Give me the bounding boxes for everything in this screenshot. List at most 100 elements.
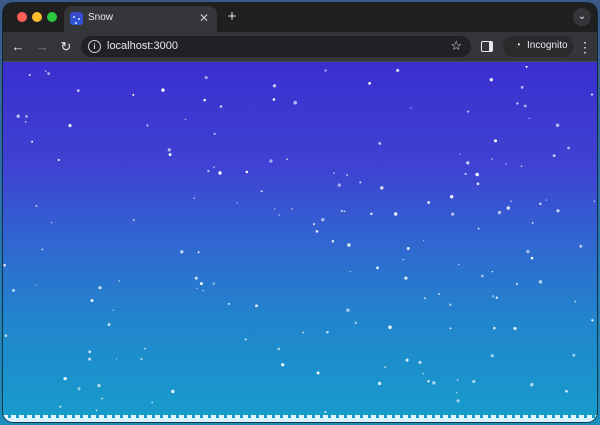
snowflake bbox=[274, 208, 276, 210]
snowflake bbox=[281, 363, 285, 367]
snowflake bbox=[95, 409, 98, 412]
snowflake bbox=[11, 288, 16, 292]
address-bar[interactable]: i localhost:3000 ☆ bbox=[81, 36, 471, 57]
snowflake bbox=[212, 282, 215, 285]
browser-toolbar: ← → ↻ i localhost:3000 ☆ ◔ Incognito ⋮ bbox=[3, 32, 597, 62]
snowflake bbox=[180, 250, 184, 254]
snowflake bbox=[402, 258, 405, 261]
snowflake bbox=[44, 70, 47, 72]
snowflake bbox=[236, 202, 238, 204]
snowflake bbox=[490, 354, 494, 358]
snowflake bbox=[477, 227, 480, 230]
snowflake bbox=[354, 321, 357, 325]
snowflake bbox=[193, 197, 195, 199]
tab-snow[interactable]: Snow ✕ bbox=[64, 6, 217, 32]
browser-menu-button[interactable]: ⋮ bbox=[578, 38, 592, 56]
snowflake bbox=[466, 161, 470, 165]
snowflake bbox=[432, 381, 436, 385]
snowflake bbox=[219, 105, 223, 108]
snowflake bbox=[491, 158, 493, 160]
snowflake bbox=[184, 118, 187, 121]
snowflake bbox=[410, 106, 412, 109]
snowflake bbox=[423, 297, 427, 300]
url-text[interactable]: localhost:3000 bbox=[107, 40, 178, 52]
snowflake bbox=[115, 358, 118, 360]
browser-window: Snow ✕ + ⌄ ← → ↻ i localhost:3000 ☆ ◔ In… bbox=[3, 3, 597, 422]
snowflake bbox=[476, 182, 480, 186]
snowflake bbox=[493, 139, 498, 143]
snowflake bbox=[16, 114, 20, 118]
snowflake bbox=[301, 331, 304, 334]
window-close-button[interactable] bbox=[17, 12, 27, 22]
snowflake bbox=[346, 308, 350, 312]
snowflake bbox=[196, 287, 198, 290]
snowflake bbox=[107, 323, 111, 327]
snowflake bbox=[495, 296, 498, 299]
back-button[interactable]: ← bbox=[9, 38, 27, 56]
snowflake bbox=[459, 153, 461, 155]
snowflake bbox=[525, 65, 528, 68]
tab-close-icon[interactable]: ✕ bbox=[197, 11, 211, 25]
snowflake bbox=[579, 244, 583, 248]
incognito-badge[interactable]: ◔ Incognito bbox=[503, 36, 573, 57]
snowflake bbox=[293, 100, 297, 105]
snowflake bbox=[492, 295, 495, 298]
snowflake bbox=[272, 84, 277, 88]
snowflake bbox=[286, 158, 289, 161]
snowflake bbox=[526, 249, 530, 254]
snowflake bbox=[393, 212, 398, 216]
snowflake bbox=[290, 208, 293, 210]
tab-search-button[interactable]: ⌄ bbox=[573, 8, 591, 26]
snowflake bbox=[4, 334, 8, 337]
snow-ground bbox=[3, 415, 597, 422]
snowflake bbox=[41, 248, 44, 251]
snowflake bbox=[140, 358, 143, 360]
snowflake bbox=[520, 85, 524, 89]
snowflake bbox=[321, 218, 325, 222]
window-maximize-button[interactable] bbox=[47, 12, 57, 22]
snowflake bbox=[427, 201, 431, 204]
snowflake bbox=[380, 186, 384, 190]
snowflake bbox=[545, 199, 548, 201]
snowflake bbox=[451, 212, 455, 216]
snowflake bbox=[76, 89, 80, 92]
snowflake bbox=[25, 121, 27, 123]
snowflake bbox=[528, 117, 530, 120]
snowflake bbox=[516, 102, 519, 105]
incognito-icon: ◔ bbox=[514, 40, 522, 51]
snowflake bbox=[25, 115, 28, 118]
window-minimize-button[interactable] bbox=[32, 12, 42, 22]
incognito-label: Incognito bbox=[527, 40, 568, 51]
new-tab-button[interactable]: + bbox=[224, 9, 240, 25]
snowflake bbox=[346, 174, 348, 176]
snowflake bbox=[260, 190, 263, 193]
snowflake bbox=[316, 371, 320, 375]
snowflake bbox=[370, 212, 373, 216]
snowflake bbox=[161, 88, 165, 92]
snowflake bbox=[427, 380, 430, 383]
snowflake bbox=[340, 209, 344, 213]
snowflake bbox=[213, 132, 216, 136]
snowflake bbox=[171, 389, 175, 394]
snowflake bbox=[218, 171, 222, 175]
snowflake bbox=[118, 280, 121, 282]
snowflake bbox=[199, 282, 203, 286]
snowflake bbox=[567, 146, 571, 150]
snowflake bbox=[98, 286, 102, 290]
snowflake bbox=[277, 347, 281, 351]
site-info-icon[interactable]: i bbox=[88, 40, 101, 53]
side-panel-icon[interactable] bbox=[481, 41, 493, 52]
snowflake bbox=[376, 266, 379, 270]
snowflake bbox=[132, 219, 135, 222]
snowflake bbox=[63, 376, 67, 381]
snowfall-canvas bbox=[3, 65, 595, 414]
snowflake bbox=[513, 326, 517, 331]
snowflake bbox=[497, 210, 502, 215]
snowflake bbox=[227, 302, 231, 305]
forward-button[interactable]: → bbox=[33, 38, 51, 56]
reload-button[interactable]: ↻ bbox=[57, 38, 75, 56]
snowflake bbox=[491, 270, 494, 273]
snowflake bbox=[203, 98, 207, 102]
bookmark-star-icon[interactable]: ☆ bbox=[450, 38, 462, 54]
snowflake bbox=[213, 166, 215, 169]
